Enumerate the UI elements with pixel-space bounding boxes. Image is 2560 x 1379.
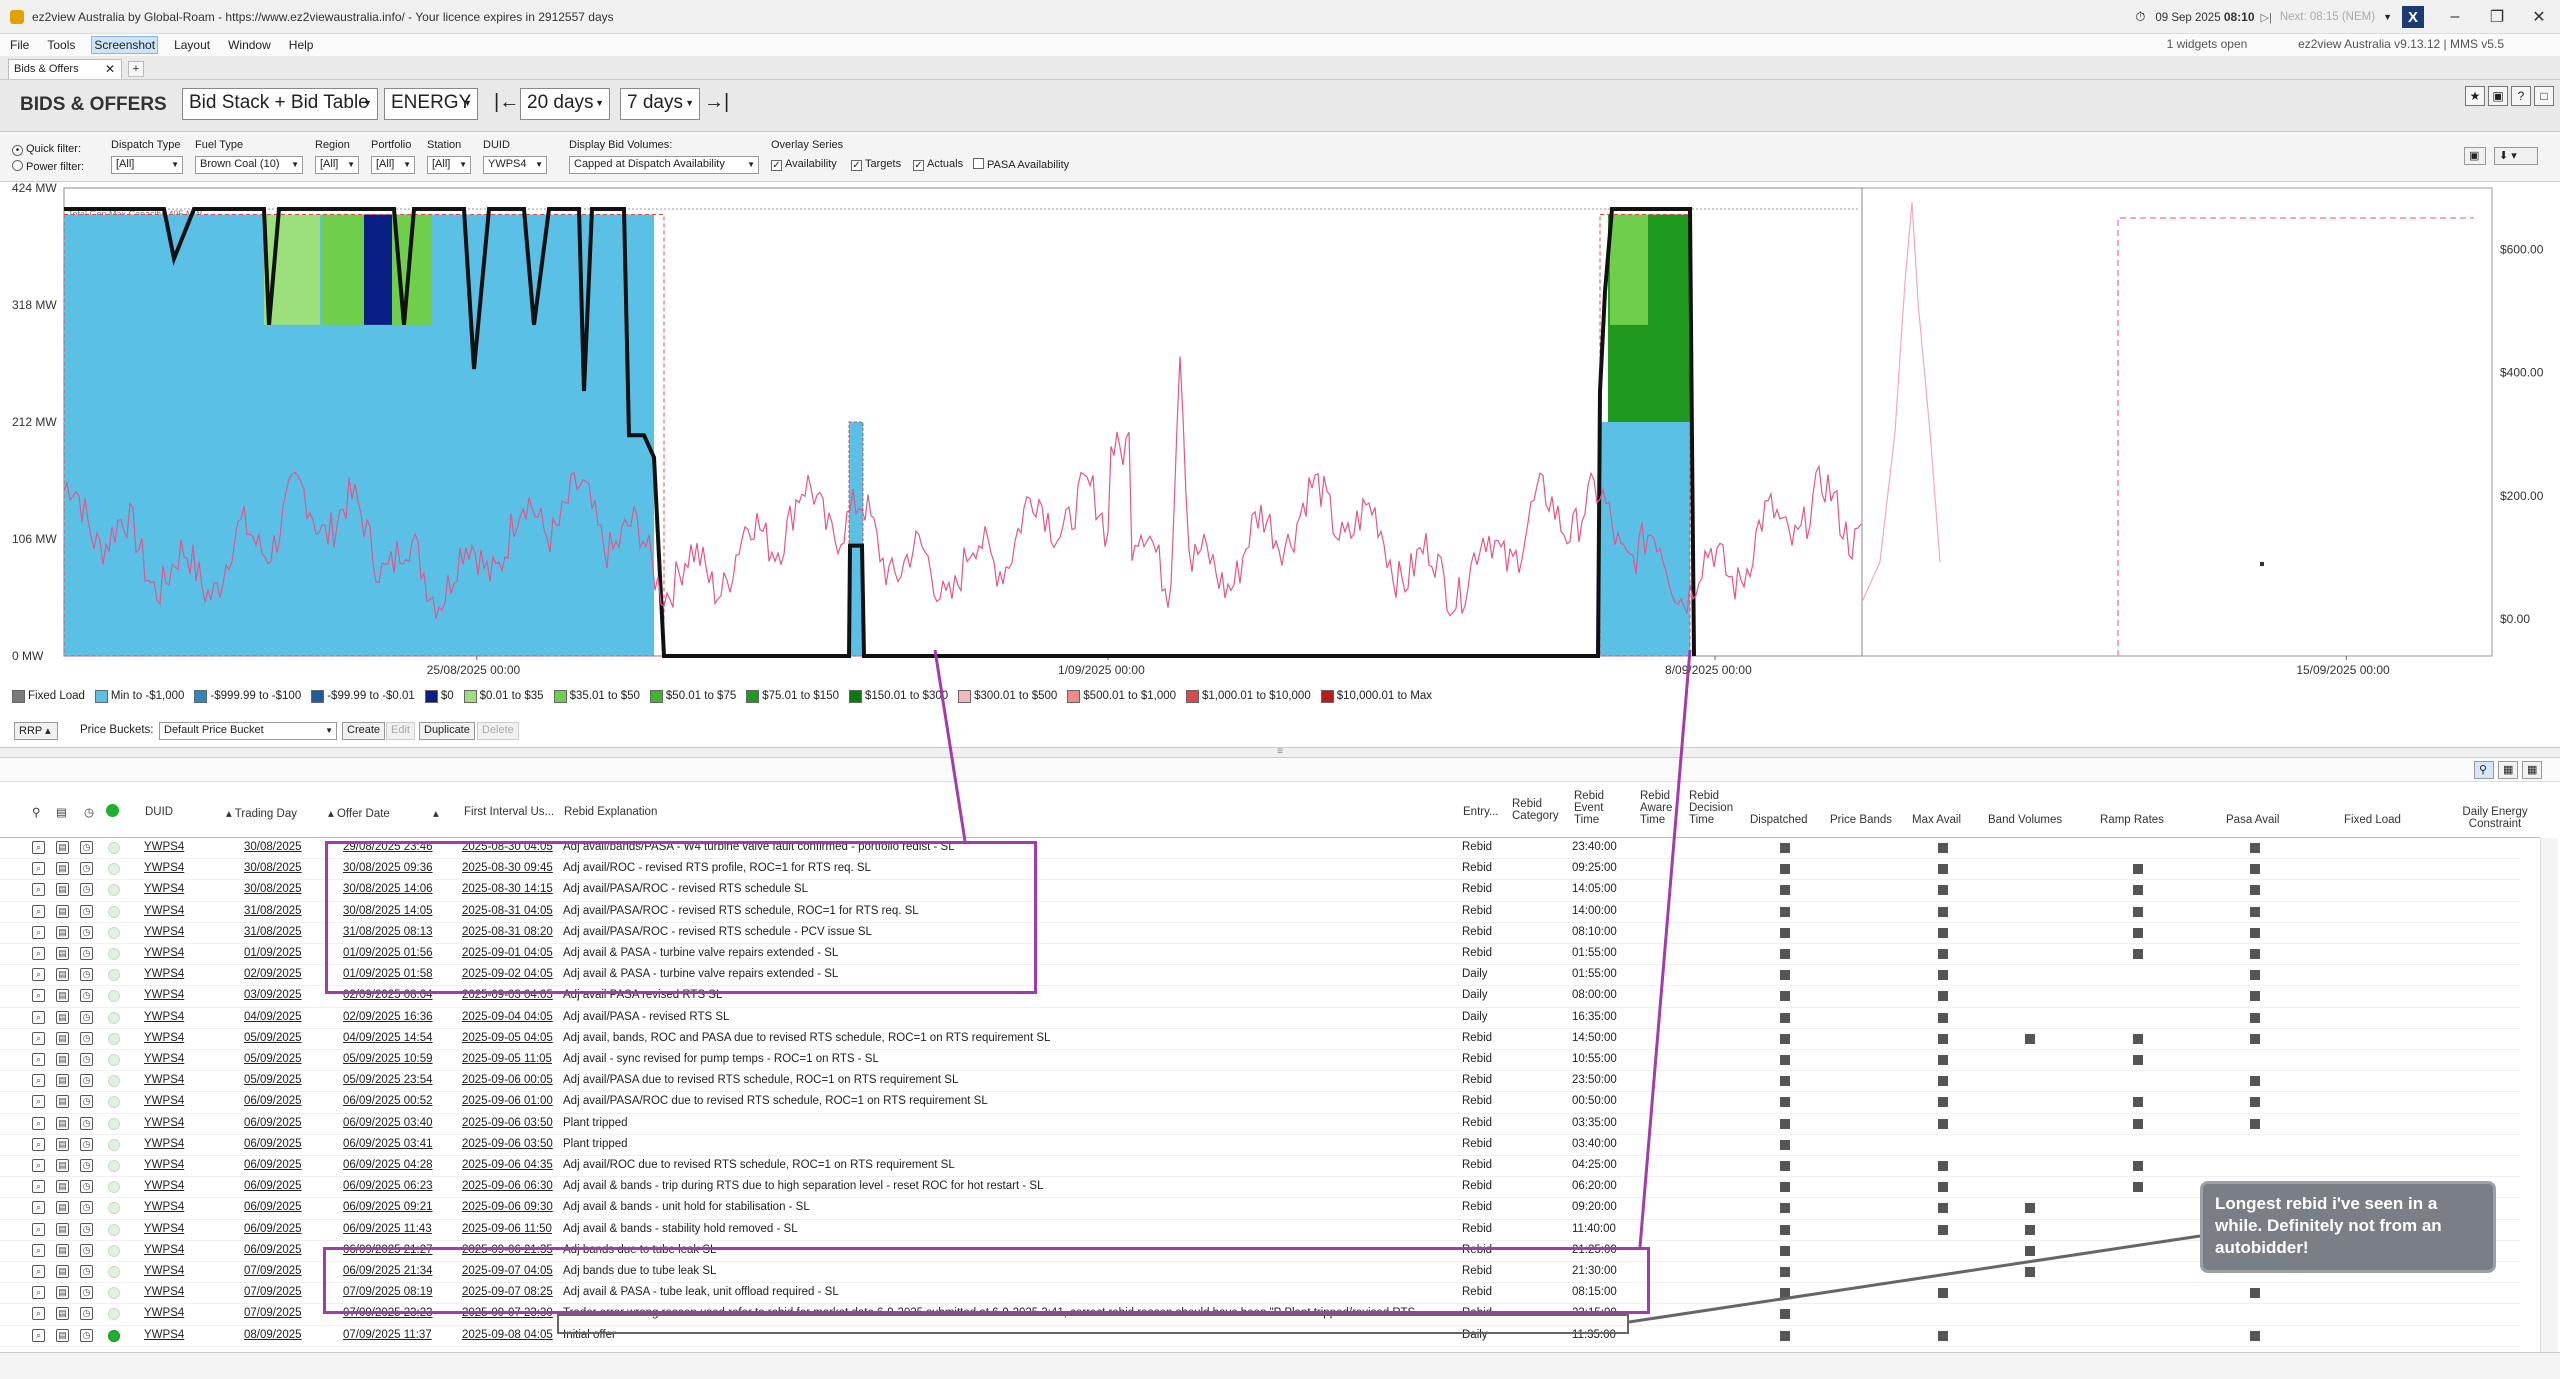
annotation-lines	[933, 649, 2201, 1324]
annotation-callout: Longest rebid i've seen in a while. Defi…	[2200, 1181, 2496, 1273]
